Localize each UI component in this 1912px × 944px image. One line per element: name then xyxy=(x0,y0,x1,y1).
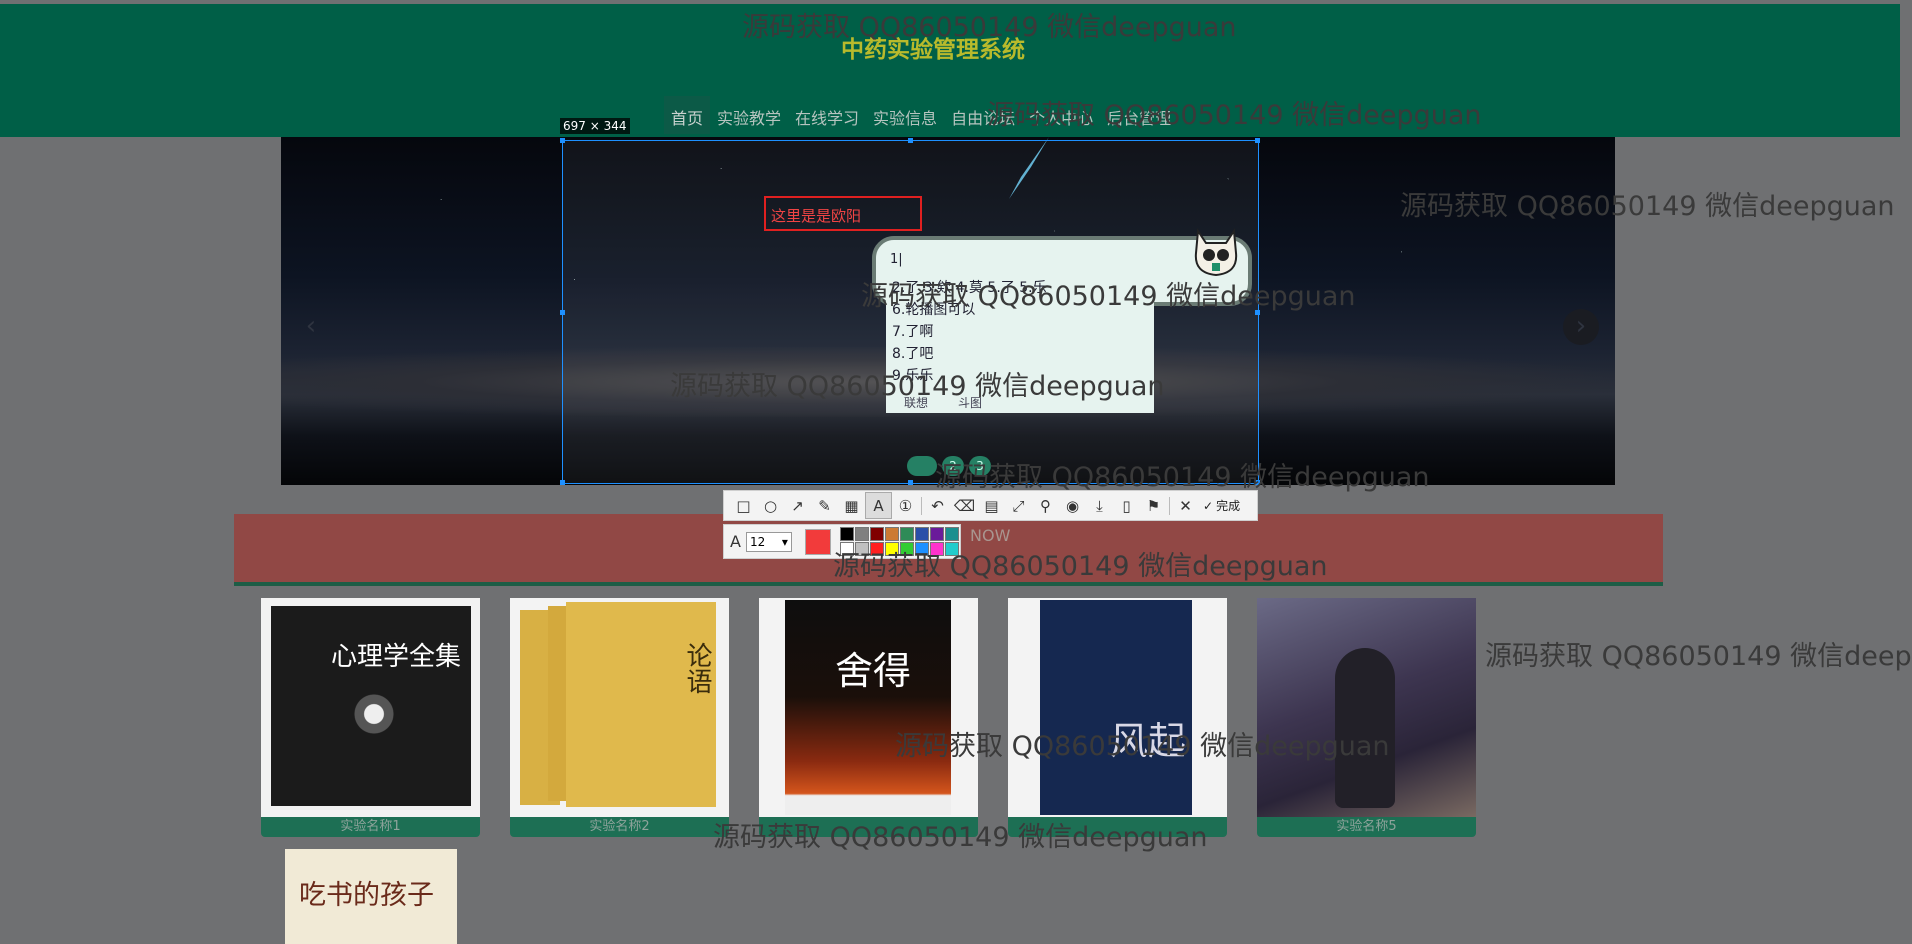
carousel-prev-icon[interactable]: ‹ xyxy=(293,309,329,345)
capture-toolbar: □ ○ ↗ ✎ ▦ A ① ↶ ⌫ ▤ ⤢ ⚲ ◉ ⤓ ▯ ⚑ ✕ ✓ 完成 xyxy=(723,490,1258,521)
ime-candidate[interactable]: 8.了吧 xyxy=(892,343,1148,365)
resize-handle-ne[interactable] xyxy=(1255,138,1260,143)
experiment-card-2[interactable]: 论语 实验名称2 xyxy=(510,598,729,837)
undo-icon[interactable]: ↶ xyxy=(924,492,951,519)
card-cover-2[interactable]: 论语 xyxy=(510,598,729,818)
card-cover-4[interactable]: 风起 xyxy=(1008,598,1227,818)
close-icon[interactable]: ✕ xyxy=(1172,492,1199,519)
card-label-1[interactable]: 实验名称1 xyxy=(261,817,480,837)
experiment-card-5[interactable]: 实验名称5 xyxy=(1257,598,1476,837)
ocr-icon[interactable]: ▤ xyxy=(978,492,1005,519)
watermark-text: 源码获取 QQ86050149 微信deepguan xyxy=(670,371,1165,402)
carousel-next-icon[interactable]: › xyxy=(1563,309,1599,345)
check-icon: ✓ xyxy=(1203,498,1214,513)
cover-title-3: 舍得 xyxy=(785,600,951,815)
card-label-5[interactable]: 实验名称5 xyxy=(1257,817,1476,837)
resize-handle-s[interactable] xyxy=(908,480,913,485)
experiment-card-1[interactable]: 心理学全集 实验名称1 xyxy=(261,598,480,837)
toolbar-divider xyxy=(1169,496,1170,515)
watermark-text: 源码获取 QQ86050149 微信deepguan xyxy=(1400,191,1895,222)
pin-icon[interactable]: ⚲ xyxy=(1032,492,1059,519)
watermark-text: 源码获取 QQ86050149 微信deepguan xyxy=(861,281,1356,312)
watermark-text: 源码获取 QQ86050149 微信deepguan xyxy=(895,731,1390,762)
font-size-value: 12 xyxy=(749,534,766,549)
cover-title-6: 吃书的孩子 xyxy=(285,849,457,944)
text-annotation[interactable]: 这里是是欧阳 xyxy=(764,196,922,231)
card-label-2[interactable]: 实验名称2 xyxy=(510,817,729,837)
experiment-card-6[interactable]: 吃书的孩子 xyxy=(261,849,480,944)
color-swatch[interactable] xyxy=(884,527,899,541)
resize-handle-nw[interactable] xyxy=(560,138,565,143)
color-swatch[interactable] xyxy=(914,527,929,541)
toolbar-divider xyxy=(921,496,922,515)
save-icon[interactable]: ▯ xyxy=(1113,492,1140,519)
ime-input-text: 1| xyxy=(890,252,903,267)
pencil-icon[interactable]: ✎ xyxy=(811,492,838,519)
color-swatch[interactable] xyxy=(854,527,869,541)
watermark-text: 源码获取 QQ86050149 微信deepguan xyxy=(987,100,1482,131)
cover-title-4: 风起 xyxy=(1040,600,1192,815)
resize-handle-n[interactable] xyxy=(908,138,913,143)
font-size-select[interactable]: 12 ▾ xyxy=(745,531,792,552)
nav-experiment-info[interactable]: 实验信息 xyxy=(866,96,944,134)
watermark-text: 源码获取 QQ86050149 微信deepguan xyxy=(742,12,1237,43)
capture-size-label: 697 × 344 xyxy=(560,118,630,134)
resize-handle-sw[interactable] xyxy=(560,480,565,485)
font-icon: A xyxy=(730,532,741,551)
bookmark-icon[interactable]: ⚑ xyxy=(1140,492,1167,519)
card-cover-1[interactable]: 心理学全集 xyxy=(261,598,480,818)
nav-teaching[interactable]: 实验教学 xyxy=(710,96,788,134)
card-cover-5[interactable] xyxy=(1257,598,1476,818)
color-swatch[interactable] xyxy=(899,527,914,541)
long-capture-icon[interactable]: ⤢ xyxy=(1005,492,1032,519)
watermark-text: 源码获取 QQ86050149 微信deepguan xyxy=(1485,641,1912,672)
eyes-graphic xyxy=(341,694,451,734)
color-swatch[interactable] xyxy=(869,527,884,541)
download-icon[interactable]: ⤓ xyxy=(1086,492,1113,519)
color-swatch[interactable] xyxy=(944,527,959,541)
chevron-down-icon: ▾ xyxy=(781,534,788,549)
cover-title-2: 论语 xyxy=(566,602,716,807)
text-icon[interactable]: A xyxy=(865,492,892,519)
experiment-card-4[interactable]: 风起 xyxy=(1008,598,1227,837)
erase-icon[interactable]: ⌫ xyxy=(951,492,978,519)
experiment-card-3[interactable]: 舍得 xyxy=(759,598,978,837)
color-swatch[interactable] xyxy=(929,527,944,541)
number-icon[interactable]: ① xyxy=(892,492,919,519)
nav-home[interactable]: 首页 xyxy=(664,96,711,134)
watermark-text: 源码获取 QQ86050149 微信deepguan xyxy=(935,462,1430,493)
mosaic-icon[interactable]: ▦ xyxy=(838,492,865,519)
arrow-icon[interactable]: ↗ xyxy=(784,492,811,519)
nav-online-learning[interactable]: 在线学习 xyxy=(788,96,866,134)
color-swatch[interactable] xyxy=(839,527,854,541)
ellipse-icon[interactable]: ○ xyxy=(757,492,784,519)
resize-handle-w[interactable] xyxy=(560,310,565,315)
watermark-text: 源码获取 QQ86050149 微信deepguan xyxy=(833,551,1328,582)
rectangle-icon[interactable]: □ xyxy=(730,492,757,519)
notice-text: NOW xyxy=(970,526,1011,545)
card-cover-3[interactable]: 舍得 xyxy=(759,598,978,818)
record-icon[interactable]: ◉ xyxy=(1059,492,1086,519)
done-button[interactable]: ✓ 完成 xyxy=(1203,497,1240,514)
ime-candidate[interactable]: 7.了啊 xyxy=(892,321,1148,343)
done-label: 完成 xyxy=(1216,499,1241,513)
watermark-text: 源码获取 QQ86050149 微信deepguan xyxy=(713,822,1208,853)
current-color-swatch[interactable] xyxy=(804,528,831,555)
